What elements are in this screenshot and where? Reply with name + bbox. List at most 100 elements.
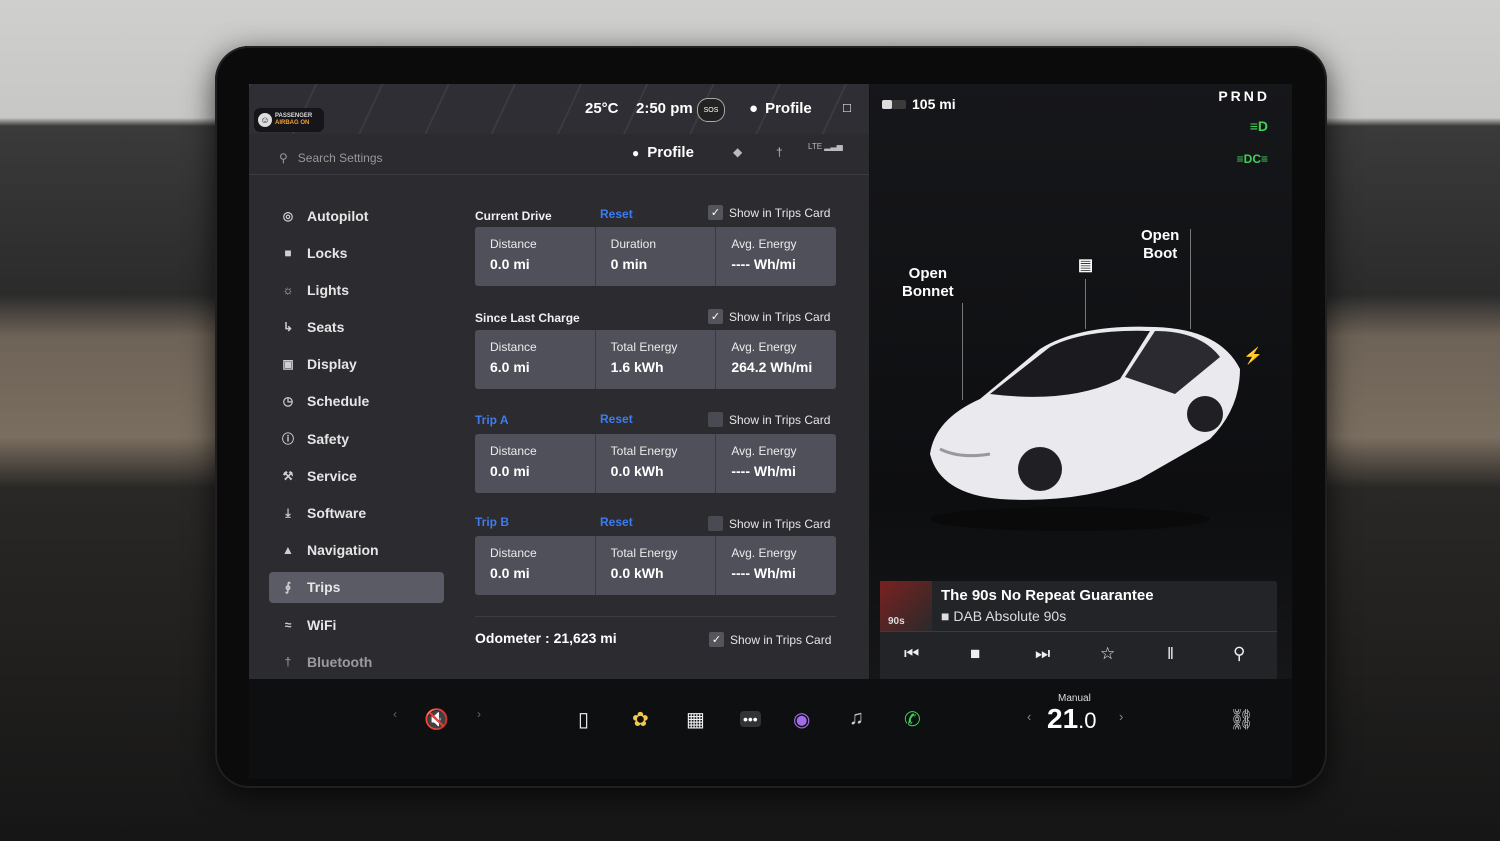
trip-a-card: Distance 0.0 mi Total Energy 0.0 kWh Avg. …	[475, 434, 836, 493]
nav-item-trips[interactable]: ∮ Trips	[269, 571, 444, 603]
nav-item-software[interactable]: ⤓ Software	[269, 498, 444, 529]
checkbox-checked-icon[interactable]: ✓	[708, 205, 723, 220]
checkbox-unchecked-icon[interactable]	[708, 412, 723, 427]
nav-item-display[interactable]: ▣ Display	[269, 349, 444, 380]
media-divider	[880, 631, 1277, 632]
current-drive-title: Current Drive	[475, 209, 552, 223]
volume-up-chevron-icon[interactable]: ›	[477, 707, 481, 721]
wrench-icon: ⚒	[282, 468, 294, 483]
trip-a-title: Trip A	[475, 413, 509, 427]
mute-icon[interactable]: 🔇	[424, 707, 449, 732]
odometer-show-toggle[interactable]: ✓ Show in Trips Card	[709, 632, 831, 647]
song-title: The 90s No Repeat Guarantee	[941, 587, 1154, 604]
airbag-icon: ☺	[258, 113, 272, 127]
safety-icon: ⓘ	[281, 432, 294, 447]
lte-signal-icon: LTE ▂▃▅	[808, 142, 843, 151]
bluetooth-icon[interactable]: †	[776, 145, 783, 159]
vehicle-panel: 105 mi PRND ≡D ≡DC≡ Open Bonnet Open Boot …	[870, 84, 1292, 681]
nav-item-service[interactable]: ⚒ Service	[269, 460, 444, 491]
wifi-icon: ≈	[284, 617, 292, 632]
favorite-star-icon[interactable]: ☆	[1100, 644, 1115, 664]
current-drive-reset[interactable]: Reset	[600, 207, 633, 221]
since-charge-card: Distance 6.0 mi Total Energy 1.6 kWh Avg. …	[475, 330, 836, 389]
settings-nav: ◎ Autopilot ■ Locks ☼ Lights ↳ Seats ▣ Displa…	[269, 200, 444, 683]
music-app-icon[interactable]: ♫	[849, 707, 864, 730]
current-drive-card: Distance 0.0 mi Duration 0 min Avg. Energy…	[475, 227, 836, 286]
trips-icon: ∮	[284, 580, 292, 595]
trip-a-reset[interactable]: Reset	[600, 412, 633, 426]
temp-down-chevron-icon[interactable]: ‹	[1027, 709, 1031, 724]
low-beam-icon: ≡D	[1249, 118, 1268, 134]
nav-item-wifi[interactable]: ≈ WiFi	[269, 609, 444, 640]
open-boot-button[interactable]: Open Boot	[1141, 227, 1179, 263]
profile-label: Profile	[647, 144, 694, 161]
search-icon: ⚲	[279, 151, 288, 165]
passenger-airbag-indicator: ☺ PASSENGER AIRBAG ON	[254, 108, 324, 132]
unlock-icon[interactable]: □	[843, 100, 851, 115]
nav-item-navigation[interactable]: ▲ Navigation	[269, 535, 444, 566]
lock-icon: ■	[284, 245, 292, 260]
charge-port-icon[interactable]: ⚡	[1243, 348, 1263, 366]
sos-button[interactable]: SOS	[697, 98, 725, 122]
temp-up-chevron-icon[interactable]: ›	[1119, 709, 1123, 724]
search-settings[interactable]: ⚲ Search Settings	[279, 151, 383, 165]
outside-temperature: 25°C	[585, 100, 619, 117]
current-drive-show-toggle[interactable]: ✓ Show in Trips Card	[708, 205, 830, 220]
since-charge-title: Since Last Charge	[475, 311, 580, 325]
nav-item-locks[interactable]: ■ Locks	[269, 237, 444, 268]
car-icon[interactable]: ⛓	[1229, 707, 1254, 732]
volume-down-chevron-icon[interactable]: ‹	[393, 707, 397, 721]
nav-item-schedule[interactable]: ◷ Schedule	[269, 386, 444, 417]
album-art[interactable]: 90s	[880, 581, 932, 631]
bell-icon[interactable]: ◆	[733, 145, 742, 159]
nav-item-safety[interactable]: ⓘ Safety	[269, 423, 444, 454]
station-name: ■ DAB Absolute 90s	[941, 608, 1067, 624]
bluetooth-icon: †	[284, 654, 292, 669]
nav-item-seats[interactable]: ↳ Seats	[269, 312, 444, 343]
previous-track-icon[interactable]: ⏮	[904, 644, 919, 664]
next-track-icon[interactable]: ⏭	[1035, 644, 1050, 664]
battery-icon	[882, 99, 906, 109]
checkbox-unchecked-icon[interactable]	[708, 516, 723, 531]
light-icon: ☼	[282, 282, 294, 297]
photos-app-icon[interactable]: ✿	[632, 707, 649, 732]
more-apps-icon[interactable]: •••	[740, 711, 761, 727]
display-icon: ▣	[282, 357, 294, 372]
seat-icon: ↳	[282, 320, 294, 335]
download-icon: ⤓	[285, 505, 291, 520]
media-search-icon[interactable]: ⚲	[1233, 644, 1245, 664]
equalizer-icon[interactable]: ‖	[1167, 644, 1174, 664]
phone-app-icon[interactable]: ✆	[904, 707, 921, 732]
trip-b-card: Distance 0.0 mi Total Energy 0.0 kWh Avg. …	[475, 536, 836, 595]
calendar-app-icon[interactable]: ▦	[686, 707, 705, 732]
odometer: Odometer : 21,623 mi	[475, 630, 617, 646]
trip-b-show-toggle[interactable]: Show in Trips Card	[708, 516, 830, 531]
trip-b-reset[interactable]: Reset	[600, 515, 633, 529]
profile-button[interactable]: ● Profile	[632, 144, 694, 161]
header-divider	[249, 174, 869, 175]
settings-panel: ☺ PASSENGER AIRBAG ON 25°C 2:50 pm SOS ● …	[249, 84, 869, 679]
since-charge-show-toggle[interactable]: ✓ Show in Trips Card	[708, 309, 830, 324]
trip-a-show-toggle[interactable]: Show in Trips Card	[708, 412, 830, 427]
trip-b-title: Trip B	[475, 515, 510, 529]
unlock-icon[interactable]: ▤	[1078, 257, 1093, 275]
media-player: 90s The 90s No Repeat Guarantee ■ DAB Ab…	[880, 581, 1277, 681]
status-profile[interactable]: ● Profile	[749, 100, 812, 117]
vehicle-model-image	[930, 326, 1240, 531]
cabin-temperature[interactable]: 21.0	[1047, 703, 1097, 735]
person-icon: ●	[632, 145, 640, 160]
odometer-divider	[475, 616, 836, 617]
nav-item-bluetooth[interactable]: † Bluetooth	[269, 646, 444, 677]
range-value: 105 mi	[912, 96, 956, 112]
nav-item-lights[interactable]: ☼ Lights	[269, 274, 444, 305]
status-profile-label: Profile	[765, 100, 812, 117]
search-input[interactable]: Search Settings	[298, 151, 383, 165]
checkbox-checked-icon[interactable]: ✓	[709, 632, 724, 647]
checkbox-checked-icon[interactable]: ✓	[708, 309, 723, 324]
nav-item-autopilot[interactable]: ◎ Autopilot	[269, 200, 444, 231]
notes-app-icon[interactable]: ▯	[578, 707, 589, 732]
open-bonnet-button[interactable]: Open Bonnet	[902, 265, 954, 301]
camera-app-icon[interactable]: ◉	[793, 707, 810, 732]
airbag-status: AIRBAG ON	[275, 120, 310, 126]
stop-icon[interactable]: ■	[970, 644, 980, 664]
